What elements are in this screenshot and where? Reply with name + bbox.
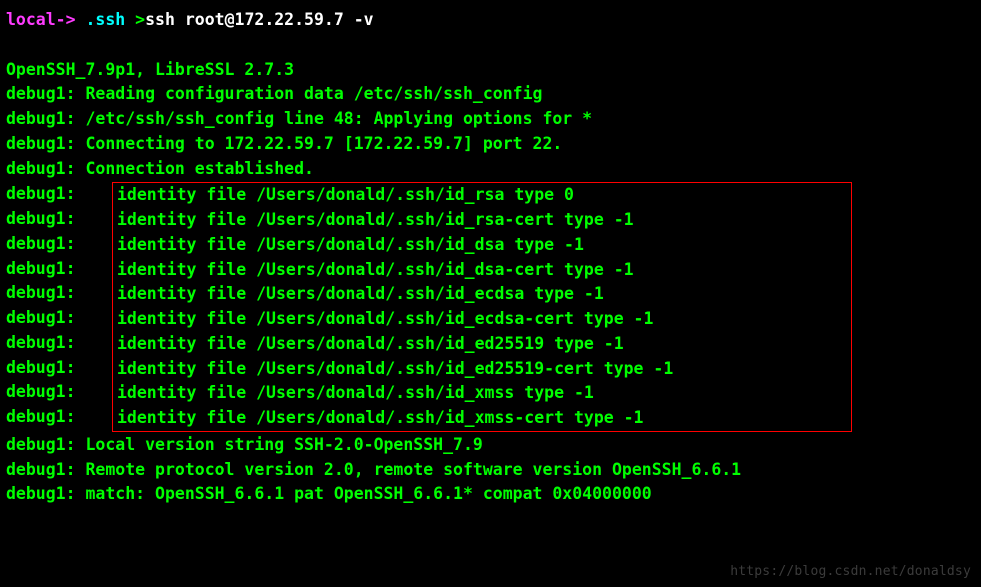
identity-file-line: identity file /Users/donald/.ssh/id_xmss… <box>117 406 851 431</box>
debug-msg: Reading configuration data /etc/ssh/ssh_… <box>85 84 542 103</box>
identity-files-box: identity file /Users/donald/.ssh/id_rsa … <box>112 182 852 432</box>
identity-file-line: identity file /Users/donald/.ssh/id_xmss… <box>117 381 851 406</box>
debug-line: debug1: Connecting to 172.22.59.7 [172.2… <box>6 132 975 157</box>
identity-file-line: identity file /Users/donald/.ssh/id_ed25… <box>117 357 851 382</box>
debug-label-col: debug1: <box>6 207 76 232</box>
debug-label: debug1: <box>6 84 76 103</box>
debug-msg: /etc/ssh/ssh_config line 48: Applying op… <box>85 109 592 128</box>
debug-label-col: debug1: <box>6 405 76 430</box>
debug-label: debug1: <box>6 484 76 503</box>
debug-msg: match: OpenSSH_6.6.1 pat OpenSSH_6.6.1* … <box>85 484 651 503</box>
watermark: https://blog.csdn.net/donaldsy <box>730 562 971 582</box>
debug-line: debug1: Remote protocol version 2.0, rem… <box>6 458 975 483</box>
identity-file-line: identity file /Users/donald/.ssh/id_dsa … <box>117 233 851 258</box>
debug-msg: Connecting to 172.22.59.7 [172.22.59.7] … <box>85 134 562 153</box>
debug-msg: Connection established. <box>85 159 313 178</box>
debug-label-col: debug1: <box>6 281 76 306</box>
debug-line: debug1: Reading configuration data /etc/… <box>6 82 975 107</box>
debug-line: debug1: Local version string SSH-2.0-Ope… <box>6 433 975 458</box>
debug-msg: Local version string SSH-2.0-OpenSSH_7.9 <box>85 435 482 454</box>
ssh-banner: OpenSSH_7.9p1, LibreSSL 2.7.3 <box>6 58 975 83</box>
debug-label-col: debug1: <box>6 356 76 381</box>
identity-file-line: identity file /Users/donald/.ssh/id_rsa … <box>117 183 851 208</box>
debug-label-col: debug1: <box>6 380 76 405</box>
debug-label: debug1: <box>6 109 76 128</box>
identity-file-line: identity file /Users/donald/.ssh/id_rsa-… <box>117 208 851 233</box>
debug-msg: Remote protocol version 2.0, remote soft… <box>85 460 741 479</box>
debug-label-col: debug1: <box>6 306 76 331</box>
shell-prompt-line[interactable]: local-> .ssh >ssh root@172.22.59.7 -v <box>6 8 975 33</box>
debug-label: debug1: <box>6 460 76 479</box>
prompt-symbol: > <box>135 10 145 29</box>
debug-label: debug1: <box>6 134 76 153</box>
prompt-cwd: .ssh <box>85 10 125 29</box>
prompt-host: local-> <box>6 10 76 29</box>
debug-label-col: debug1: <box>6 232 76 257</box>
debug-label-col: debug1: <box>6 182 76 207</box>
identity-file-line: identity file /Users/donald/.ssh/id_ed25… <box>117 332 851 357</box>
debug-line: debug1: /etc/ssh/ssh_config line 48: App… <box>6 107 975 132</box>
prompt-command: ssh root@172.22.59.7 -v <box>145 10 373 29</box>
identity-file-line: identity file /Users/donald/.ssh/id_ecds… <box>117 282 851 307</box>
debug-line: debug1: match: OpenSSH_6.6.1 pat OpenSSH… <box>6 482 975 507</box>
debug-line: debug1: Connection established. <box>6 157 975 182</box>
debug-label-col: debug1: <box>6 257 76 282</box>
identity-file-line: identity file /Users/donald/.ssh/id_dsa-… <box>117 258 851 283</box>
debug-label-col: debug1: <box>6 331 76 356</box>
debug-label: debug1: <box>6 435 76 454</box>
identity-file-line: identity file /Users/donald/.ssh/id_ecds… <box>117 307 851 332</box>
debug-label: debug1: <box>6 159 76 178</box>
blank-line <box>6 33 975 58</box>
